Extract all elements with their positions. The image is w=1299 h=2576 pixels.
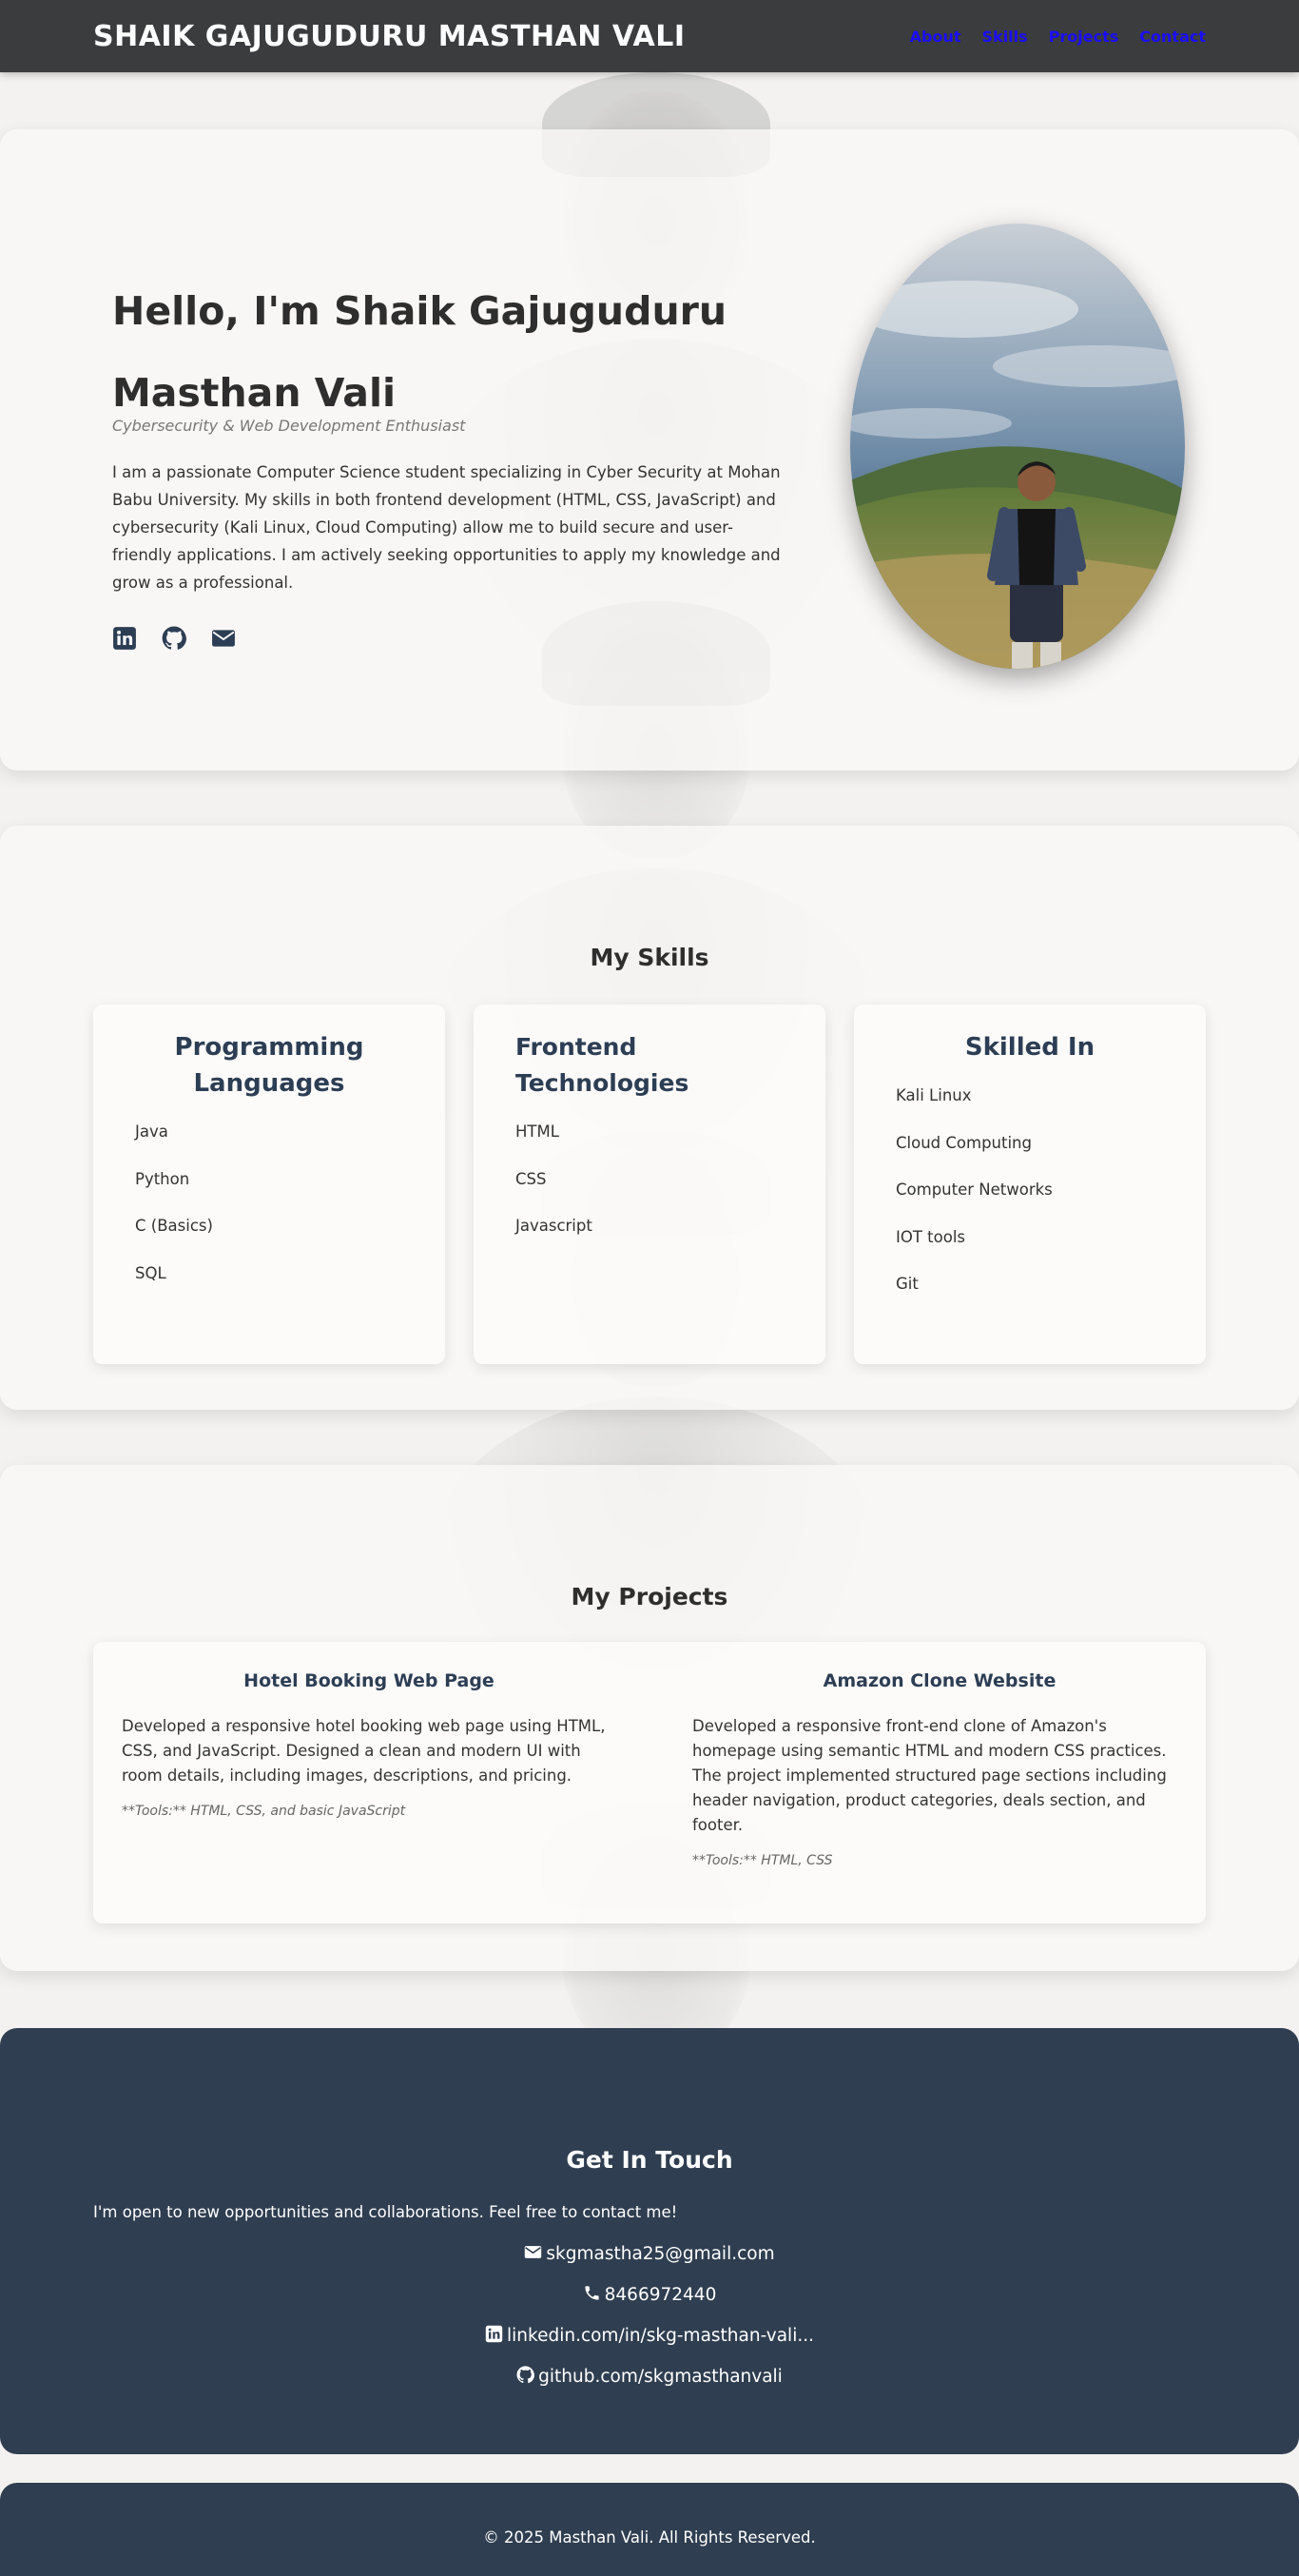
contact-section: Get In Touch I'm open to new opportuniti… — [0, 2028, 1299, 2454]
project-card-amazon: Amazon Clone Website Developed a respons… — [692, 1642, 1187, 1868]
nav-link-skills[interactable]: Skills — [982, 28, 1028, 46]
project-card-hotel: Hotel Booking Web Page Developed a respo… — [122, 1642, 616, 1819]
skill-item: C (Basics) — [135, 1217, 213, 1235]
email-link[interactable]: skgmastha25@gmail.com — [546, 2244, 774, 2264]
email-link[interactable] — [211, 626, 236, 651]
about-text: I am a passionate Computer Science stude… — [112, 463, 781, 592]
nav-link-projects[interactable]: Projects — [1049, 28, 1119, 46]
github-icon — [516, 2366, 535, 2384]
skill-item: HTML — [515, 1122, 559, 1141]
site-footer: © 2025 Masthan Vali. All Rights Reserved… — [0, 2483, 1299, 2576]
nav-link-about[interactable]: About — [910, 28, 961, 46]
skill-card-frontend: Frontend Technologies HTML CSS Javascrip… — [474, 1005, 825, 1364]
skill-item: Computer Networks — [896, 1181, 1053, 1199]
skill-item: CSS — [515, 1169, 547, 1188]
github-link[interactable]: github.com/skgmasthanvali — [538, 2367, 783, 2387]
skill-card-title: Frontend Technologies — [515, 1033, 689, 1097]
skill-item: Kali Linux — [896, 1086, 972, 1104]
hero-title: Hello, I'm Shaik Gajuguduru Masthan Vali — [112, 288, 727, 416]
contact-email: skgmastha25@gmail.com — [0, 2243, 1299, 2264]
linkedin-link[interactable] — [112, 626, 137, 651]
skill-list: Kali Linux Cloud Computing Computer Netw… — [854, 1083, 1206, 1318]
envelope-icon — [212, 630, 235, 647]
nav-link-contact[interactable]: Contact — [1139, 28, 1206, 46]
projects-grid: Hotel Booking Web Page Developed a respo… — [93, 1642, 1206, 1923]
contact-linkedin: linkedin.com/in/skg-masthan-vali... — [0, 2325, 1299, 2346]
phone-link[interactable]: 8466972440 — [605, 2285, 717, 2305]
profile-photo-image — [850, 224, 1185, 669]
skills-title: My Skills — [590, 944, 709, 971]
projects-section: My Projects Hotel Booking Web Page Devel… — [0, 1465, 1299, 1971]
site-header: SHAIK GAJUGUDURU MASTHAN VALI About Skil… — [0, 0, 1299, 72]
footer-copyright: © 2025 Masthan Vali. All Rights Reserved… — [483, 2528, 816, 2547]
phone-icon — [585, 2286, 599, 2300]
contact-title: Get In Touch — [566, 2146, 733, 2174]
skill-item: Git — [896, 1275, 919, 1293]
project-tools: **Tools:** HTML, CSS — [692, 1853, 833, 1868]
main-nav: About Skills Projects Contact — [910, 28, 1206, 46]
skill-card-title: Programming Languages — [174, 1033, 364, 1098]
linkedin-link[interactable]: linkedin.com/in/skg-masthan-vali... — [507, 2326, 814, 2346]
skills-section: My Skills Programming Languages Java Pyt… — [0, 826, 1299, 1410]
project-description: Developed a responsive hotel booking web… — [122, 1717, 606, 1785]
social-links — [112, 626, 236, 651]
project-title: Amazon Clone Website — [823, 1670, 1057, 1691]
hero-subtitle: Cybersecurity & Web Development Enthusia… — [112, 417, 466, 435]
github-icon — [162, 626, 186, 650]
skill-card-programming: Programming Languages Java Python C (Bas… — [93, 1005, 445, 1364]
contact-github: github.com/skgmasthanvali — [0, 2366, 1299, 2387]
contact-intro: I'm open to new opportunities and collab… — [93, 2203, 678, 2221]
site-brand[interactable]: SHAIK GAJUGUDURU MASTHAN VALI — [93, 20, 686, 53]
linkedin-icon — [485, 2325, 503, 2343]
skill-list: Java Python C (Basics) SQL — [93, 1119, 445, 1307]
project-tools: **Tools:** HTML, CSS, and basic JavaScri… — [122, 1804, 406, 1819]
projects-title: My Projects — [571, 1583, 728, 1610]
skill-item: Python — [135, 1169, 190, 1188]
skill-list: HTML CSS Javascript — [474, 1119, 825, 1260]
skill-item: Cloud Computing — [896, 1133, 1032, 1152]
skill-item: Javascript — [515, 1217, 592, 1235]
skill-item: IOT tools — [896, 1227, 966, 1246]
profile-photo — [850, 224, 1185, 669]
project-description: Developed a responsive front-end clone o… — [692, 1717, 1167, 1834]
envelope-icon — [525, 2246, 542, 2258]
contact-phone: 8466972440 — [0, 2284, 1299, 2305]
skill-item: SQL — [135, 1263, 166, 1282]
skill-card-skilled-in: Skilled In Kali Linux Cloud Computing Co… — [854, 1005, 1206, 1364]
about-section: Hello, I'm Shaik Gajuguduru Masthan Vali… — [0, 129, 1299, 771]
project-title: Hotel Booking Web Page — [243, 1670, 494, 1691]
linkedin-icon — [113, 627, 136, 650]
skill-card-title: Skilled In — [964, 1033, 1095, 1062]
github-link[interactable] — [162, 626, 186, 651]
skill-item: Java — [135, 1122, 168, 1141]
